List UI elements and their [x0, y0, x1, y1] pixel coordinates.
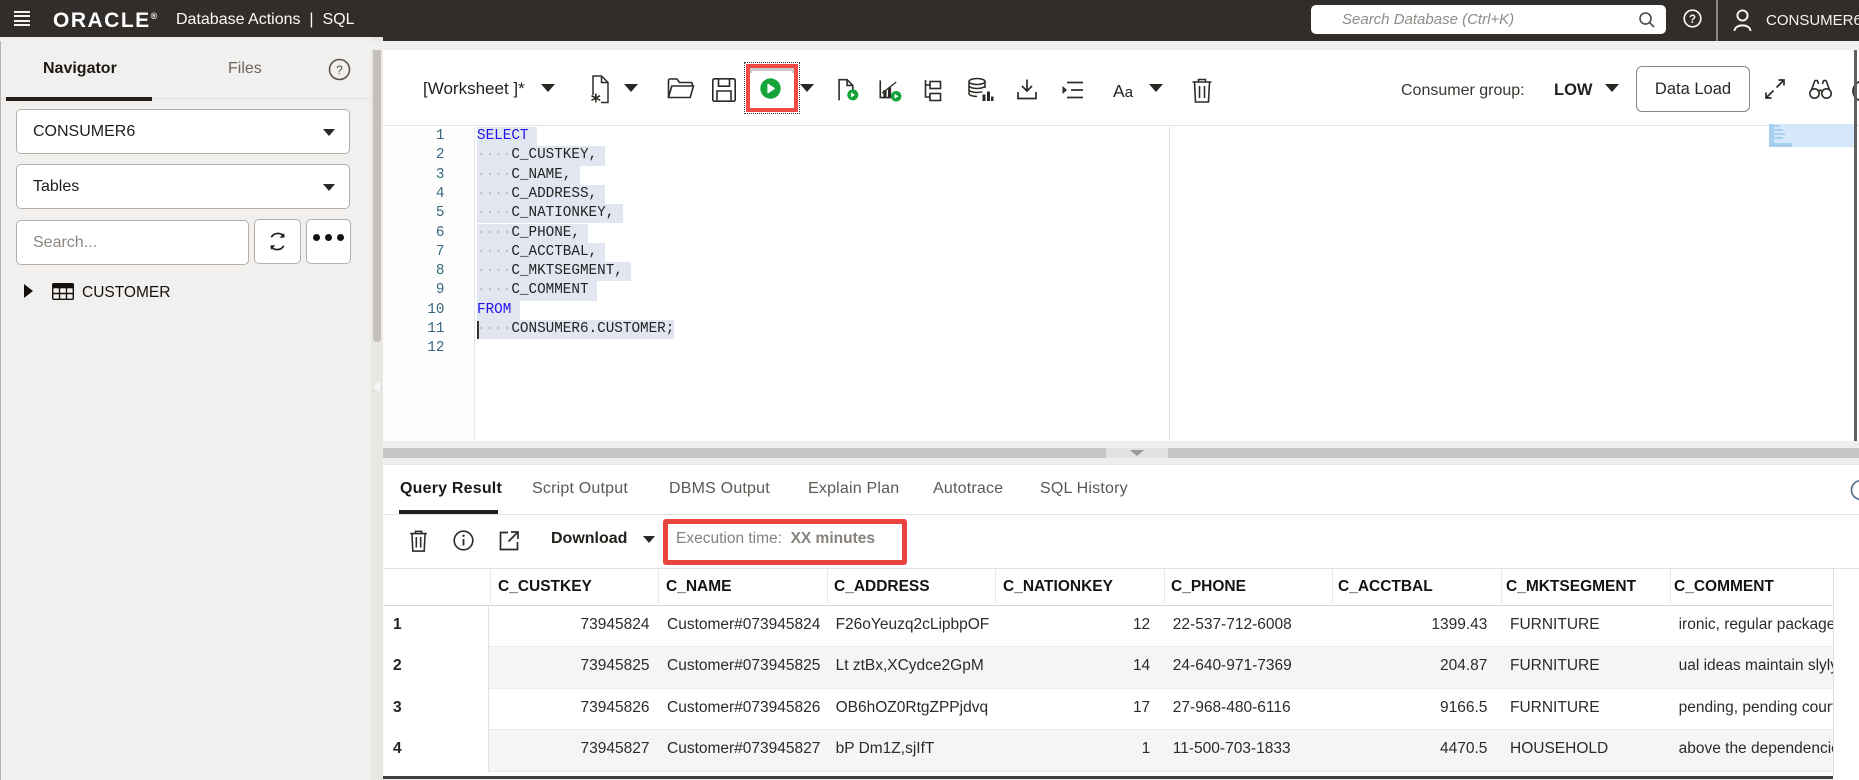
- svg-text:?: ?: [336, 63, 343, 77]
- svg-text:?: ?: [1689, 14, 1696, 26]
